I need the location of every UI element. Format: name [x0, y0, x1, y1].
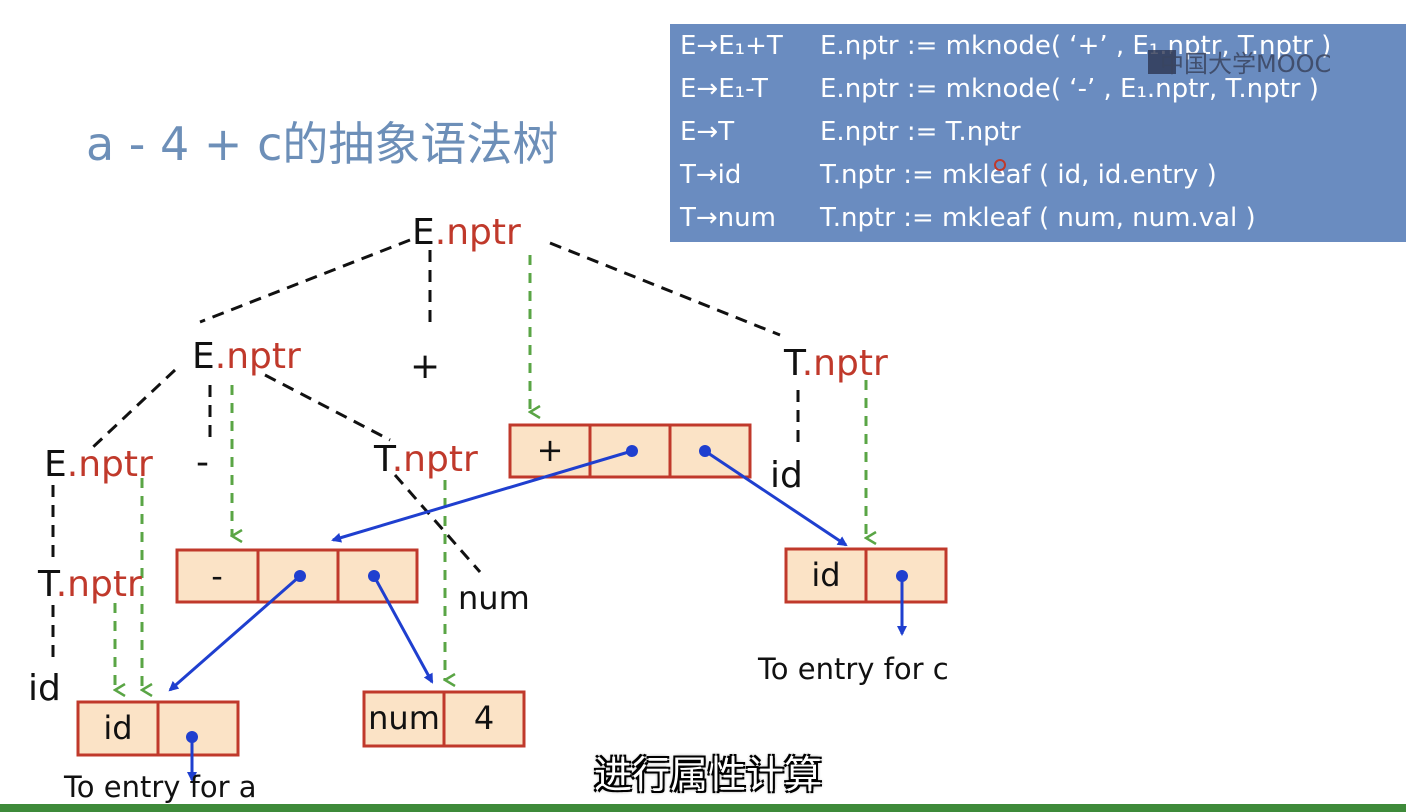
- num-terminal: num: [458, 579, 530, 617]
- e-left-left-label: E.nptr: [44, 444, 153, 485]
- plus-node-op: +: [537, 431, 564, 469]
- e-left-label: E.nptr: [192, 336, 301, 377]
- num-node-value: 4: [474, 699, 494, 737]
- t-right-label: T.nptr: [783, 343, 888, 384]
- t-left-label: T.nptr: [37, 564, 142, 605]
- id-c-node-label: id: [811, 556, 840, 594]
- num-node-label: num: [368, 699, 440, 737]
- id-a-node-label: id: [103, 709, 132, 747]
- id-right-terminal: id: [770, 455, 803, 496]
- attribute-flow-arrows: [115, 255, 866, 690]
- subtitle-caption: 进行属性计算: [594, 753, 823, 797]
- bottom-progress-bar: [0, 804, 1406, 812]
- plus-terminal: +: [410, 346, 440, 387]
- root-e-label: E.nptr: [412, 212, 521, 253]
- minus-terminal: -: [196, 442, 209, 483]
- entry-c-label: To entry for c: [757, 652, 949, 686]
- cursor-pointer-icon: [994, 159, 1006, 171]
- minus-node-op: -: [211, 557, 223, 595]
- t-mid-label: T.nptr: [373, 439, 478, 480]
- syntax-tree-diagram: E.nptr E.nptr + T.nptr E.nptr - T.nptr T…: [28, 159, 1006, 804]
- entry-a-label: To entry for a: [63, 770, 257, 804]
- id-left-terminal: id: [28, 668, 61, 709]
- pointer-arrows: [168, 449, 907, 782]
